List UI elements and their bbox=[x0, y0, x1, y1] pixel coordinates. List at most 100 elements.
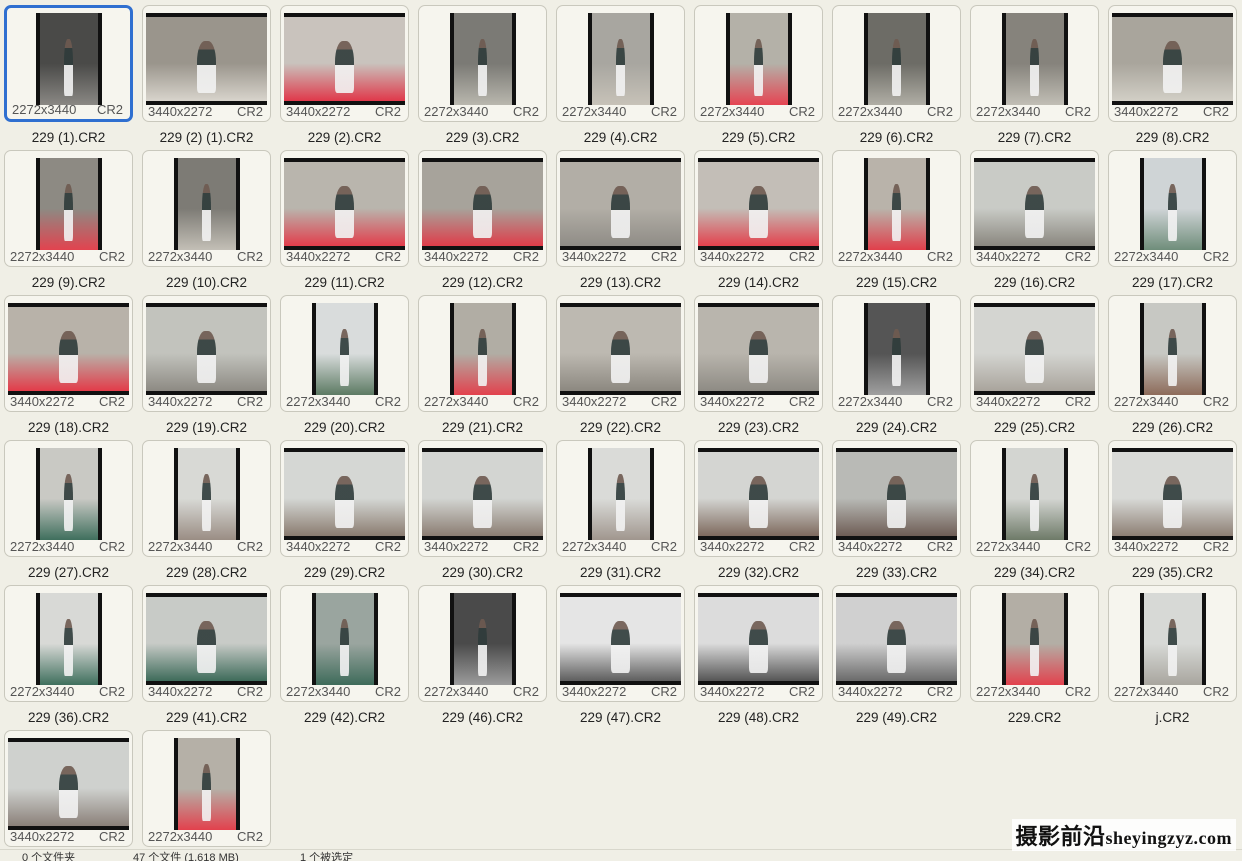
file-name[interactable]: 229 (18).CR2 bbox=[28, 420, 109, 435]
file-name[interactable]: j.CR2 bbox=[1156, 710, 1190, 725]
file-item[interactable]: 2272x3440 CR2 229 (42).CR2 bbox=[280, 585, 409, 730]
file-thumbnail[interactable]: 2272x3440 CR2 bbox=[418, 5, 547, 122]
file-thumbnail[interactable]: 2272x3440 CR2 bbox=[556, 440, 685, 557]
file-name[interactable]: 229 (29).CR2 bbox=[304, 565, 385, 580]
file-item[interactable]: 3440x2272 CR2 229 (48).CR2 bbox=[694, 585, 823, 730]
file-item[interactable]: 3440x2272 CR2 229 (12).CR2 bbox=[418, 150, 547, 295]
file-thumbnail[interactable]: 3440x2272 CR2 bbox=[694, 150, 823, 267]
file-item[interactable]: 2272x3440 CR2 229 (24).CR2 bbox=[832, 295, 961, 440]
file-item[interactable]: 2272x3440 CR2 229 (7).CR2 bbox=[970, 5, 1099, 150]
file-name[interactable]: 229 (30).CR2 bbox=[442, 565, 523, 580]
file-item[interactable]: 3440x2272 CR2 229 (32).CR2 bbox=[694, 440, 823, 585]
file-thumbnail[interactable]: 2272x3440 CR2 bbox=[4, 585, 133, 702]
file-thumbnail[interactable]: 2272x3440 CR2 bbox=[1108, 150, 1237, 267]
file-item[interactable]: 2272x3440 CR2 229 (15).CR2 bbox=[832, 150, 961, 295]
file-name[interactable]: 229 (20).CR2 bbox=[304, 420, 385, 435]
file-thumbnail[interactable]: 3440x2272 CR2 bbox=[556, 295, 685, 412]
file-thumbnail[interactable]: 3440x2272 CR2 bbox=[4, 730, 133, 847]
file-item[interactable]: 3440x2272 CR2 229 (29).CR2 bbox=[280, 440, 409, 585]
file-name[interactable]: 229 (16).CR2 bbox=[994, 275, 1075, 290]
file-item[interactable]: 2272x3440 CR2 229 (21).CR2 bbox=[418, 295, 547, 440]
file-item[interactable]: 3440x2272 CR2 229 (49).CR2 bbox=[832, 585, 961, 730]
file-thumbnail[interactable]: 3440x2272 CR2 bbox=[280, 150, 409, 267]
file-thumbnail[interactable]: 3440x2272 CR2 bbox=[556, 585, 685, 702]
file-thumbnail[interactable]: 3440x2272 CR2 bbox=[970, 295, 1099, 412]
file-thumbnail[interactable]: 2272x3440 CR2 bbox=[832, 295, 961, 412]
file-item[interactable]: 3440x2272 CR2 229 (47).CR2 bbox=[556, 585, 685, 730]
file-thumbnail[interactable]: 2272x3440 CR2 bbox=[4, 5, 133, 122]
file-thumbnail[interactable]: 3440x2272 CR2 bbox=[142, 5, 271, 122]
file-item[interactable]: 2272x3440 CR2 229 (27).CR2 bbox=[4, 440, 133, 585]
file-name[interactable]: 229 (32).CR2 bbox=[718, 565, 799, 580]
file-thumbnail[interactable]: 2272x3440 CR2 bbox=[418, 295, 547, 412]
file-item[interactable]: 2272x3440 CR2 229.CR2 bbox=[970, 585, 1099, 730]
file-thumbnail[interactable]: 2272x3440 CR2 bbox=[694, 5, 823, 122]
file-thumbnail[interactable]: 2272x3440 CR2 bbox=[556, 5, 685, 122]
file-name[interactable]: 229 (2).CR2 bbox=[308, 130, 382, 145]
file-name[interactable]: 229 (22).CR2 bbox=[580, 420, 661, 435]
file-item[interactable]: 2272x3440 CR2 229 (10).CR2 bbox=[142, 150, 271, 295]
file-name[interactable]: 229 (7).CR2 bbox=[998, 130, 1072, 145]
file-item[interactable]: 2272x3440 CR2 229 (17).CR2 bbox=[1108, 150, 1237, 295]
file-name[interactable]: 229 (26).CR2 bbox=[1132, 420, 1213, 435]
file-name[interactable]: 229 (12).CR2 bbox=[442, 275, 523, 290]
file-thumbnail[interactable]: 2272x3440 CR2 bbox=[832, 5, 961, 122]
file-name[interactable]: 229 (23).CR2 bbox=[718, 420, 799, 435]
file-name[interactable]: 229 (48).CR2 bbox=[718, 710, 799, 725]
file-item[interactable]: 3440x2272 CR2 229 (30).CR2 bbox=[418, 440, 547, 585]
file-thumbnail[interactable]: 2272x3440 CR2 bbox=[280, 585, 409, 702]
file-item[interactable]: 2272x3440 CR2 229 (20).CR2 bbox=[280, 295, 409, 440]
file-name[interactable]: 229 (8).CR2 bbox=[1136, 130, 1210, 145]
file-item[interactable]: 3440x2272 CR2 229 (2).CR2 bbox=[280, 5, 409, 150]
file-item[interactable]: 2272x3440 CR2 bbox=[142, 730, 271, 861]
file-name[interactable]: 229 (25).CR2 bbox=[994, 420, 1075, 435]
file-thumbnail[interactable]: 2272x3440 CR2 bbox=[970, 585, 1099, 702]
file-thumbnail[interactable]: 2272x3440 CR2 bbox=[970, 440, 1099, 557]
file-thumbnail[interactable]: 3440x2272 CR2 bbox=[556, 150, 685, 267]
file-name[interactable]: 229 (17).CR2 bbox=[1132, 275, 1213, 290]
file-name[interactable]: 229 (27).CR2 bbox=[28, 565, 109, 580]
file-thumbnail[interactable]: 2272x3440 CR2 bbox=[4, 150, 133, 267]
file-name[interactable]: 229 (19).CR2 bbox=[166, 420, 247, 435]
file-thumbnail[interactable]: 3440x2272 CR2 bbox=[832, 585, 961, 702]
file-item[interactable]: 2272x3440 CR2 229 (1).CR2 bbox=[4, 5, 133, 150]
file-item[interactable]: 2272x3440 CR2 229 (31).CR2 bbox=[556, 440, 685, 585]
file-name[interactable]: 229 (10).CR2 bbox=[166, 275, 247, 290]
file-item[interactable]: 3440x2272 CR2 229 (16).CR2 bbox=[970, 150, 1099, 295]
file-name[interactable]: 229 (35).CR2 bbox=[1132, 565, 1213, 580]
file-item[interactable]: 3440x2272 CR2 229 (18).CR2 bbox=[4, 295, 133, 440]
file-name[interactable]: 229 (42).CR2 bbox=[304, 710, 385, 725]
file-item[interactable]: 3440x2272 CR2 229 (35).CR2 bbox=[1108, 440, 1237, 585]
file-thumbnail[interactable]: 2272x3440 CR2 bbox=[142, 440, 271, 557]
file-name[interactable]: 229 (33).CR2 bbox=[856, 565, 937, 580]
file-name[interactable]: 229 (9).CR2 bbox=[32, 275, 106, 290]
file-thumbnail[interactable]: 3440x2272 CR2 bbox=[280, 5, 409, 122]
file-thumbnail[interactable]: 3440x2272 CR2 bbox=[832, 440, 961, 557]
file-thumbnail[interactable]: 3440x2272 CR2 bbox=[694, 295, 823, 412]
file-thumbnail[interactable]: 3440x2272 CR2 bbox=[142, 585, 271, 702]
file-item[interactable]: 3440x2272 CR2 229 (14).CR2 bbox=[694, 150, 823, 295]
file-item[interactable]: 3440x2272 CR2 229 (23).CR2 bbox=[694, 295, 823, 440]
file-name[interactable]: 229 (13).CR2 bbox=[580, 275, 661, 290]
file-name[interactable]: 229.CR2 bbox=[1008, 710, 1061, 725]
file-name[interactable]: 229 (15).CR2 bbox=[856, 275, 937, 290]
file-item[interactable]: 3440x2272 CR2 229 (22).CR2 bbox=[556, 295, 685, 440]
file-thumbnail[interactable]: 3440x2272 CR2 bbox=[1108, 440, 1237, 557]
file-name[interactable]: 229 (24).CR2 bbox=[856, 420, 937, 435]
file-name[interactable]: 229 (28).CR2 bbox=[166, 565, 247, 580]
file-thumbnail[interactable]: 3440x2272 CR2 bbox=[4, 295, 133, 412]
file-thumbnail[interactable]: 3440x2272 CR2 bbox=[694, 440, 823, 557]
file-thumbnail[interactable]: 2272x3440 CR2 bbox=[1108, 295, 1237, 412]
file-name[interactable]: 229 (14).CR2 bbox=[718, 275, 799, 290]
file-name[interactable]: 229 (6).CR2 bbox=[860, 130, 934, 145]
file-name[interactable]: 229 (47).CR2 bbox=[580, 710, 661, 725]
file-thumbnail[interactable]: 3440x2272 CR2 bbox=[418, 440, 547, 557]
file-item[interactable]: 2272x3440 CR2 229 (3).CR2 bbox=[418, 5, 547, 150]
file-name[interactable]: 229 (49).CR2 bbox=[856, 710, 937, 725]
file-item[interactable]: 3440x2272 CR2 229 (8).CR2 bbox=[1108, 5, 1237, 150]
file-thumbnail[interactable]: 2272x3440 CR2 bbox=[832, 150, 961, 267]
file-item[interactable]: 3440x2272 CR2 229 (19).CR2 bbox=[142, 295, 271, 440]
file-thumbnail[interactable]: 3440x2272 CR2 bbox=[418, 150, 547, 267]
file-item[interactable]: 2272x3440 CR2 229 (5).CR2 bbox=[694, 5, 823, 150]
file-item[interactable]: 3440x2272 CR2 229 (25).CR2 bbox=[970, 295, 1099, 440]
